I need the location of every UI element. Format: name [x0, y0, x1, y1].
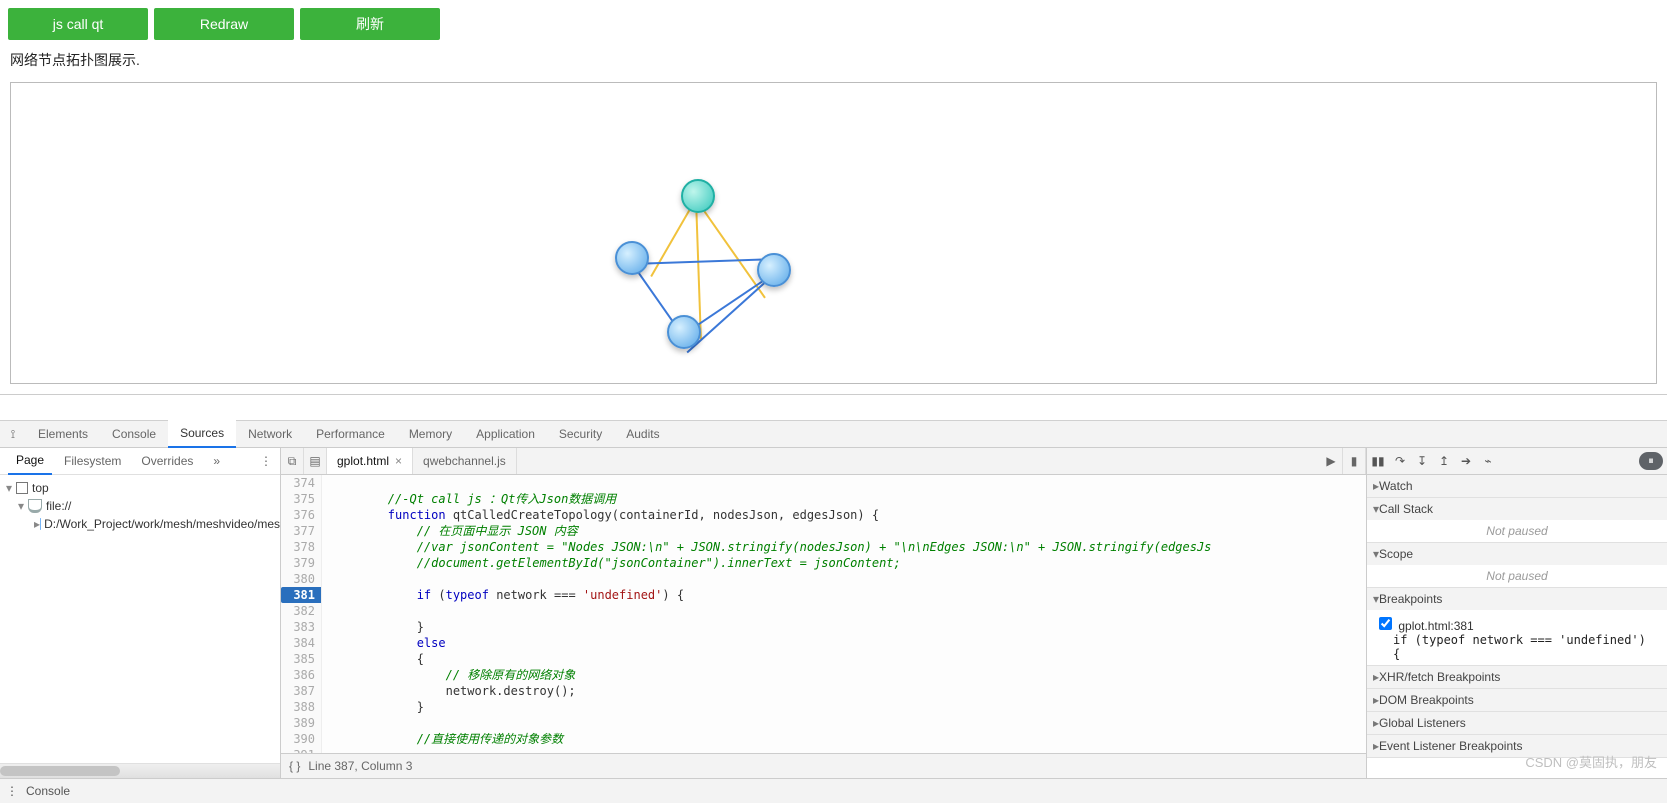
filetab-filesystem[interactable]: Filesystem [56, 448, 129, 474]
scope-empty: Not paused [1367, 565, 1667, 587]
tree-top[interactable]: ▾top [0, 479, 280, 497]
network-node[interactable] [757, 253, 791, 287]
file-navigator: Page Filesystem Overrides » ⋮ ▾top ▾file… [0, 448, 281, 778]
line-gutter[interactable]: 3743753763773783793803813823833843853863… [281, 475, 322, 753]
tab-memory[interactable]: Memory [397, 421, 464, 447]
section-scope[interactable]: Scope [1367, 543, 1667, 565]
open-file-tabs: ⧉ ▤ gplot.html× qwebchannel.js ▶ ▮ [281, 448, 1366, 475]
step-into-icon[interactable]: ↧ [1411, 454, 1433, 468]
network-node[interactable] [615, 241, 649, 275]
code-editor: ⧉ ▤ gplot.html× qwebchannel.js ▶ ▮ 37437… [281, 448, 1367, 778]
section-global-listeners[interactable]: Global Listeners [1367, 712, 1667, 734]
step-over-icon[interactable]: ↷ [1389, 454, 1411, 468]
breakpoint-code: if (typeof network === 'undefined') { [1375, 633, 1659, 661]
tab-audits[interactable]: Audits [614, 421, 671, 447]
devtools-tabbar: ⟟ Elements Console Sources Network Perfo… [0, 421, 1667, 448]
tab-network[interactable]: Network [236, 421, 304, 447]
filetab-more-icon[interactable]: » [205, 448, 228, 474]
tab-performance[interactable]: Performance [304, 421, 397, 447]
nav-back-icon[interactable]: ⧉ [281, 448, 304, 474]
step-icon[interactable]: ➔ [1455, 454, 1477, 468]
section-callstack[interactable]: Call Stack [1367, 498, 1667, 520]
tab-sources[interactable]: Sources [168, 420, 236, 448]
refresh-button[interactable]: 刷新 [300, 8, 440, 40]
show-nav-icon[interactable]: ▤ [304, 448, 327, 474]
button-row: js call qt Redraw 刷新 [0, 0, 1667, 48]
callstack-empty: Not paused [1367, 520, 1667, 542]
close-icon[interactable]: × [395, 448, 402, 474]
section-watch[interactable]: Watch [1367, 475, 1667, 497]
debugger-sidebar: ▮▮ ↷ ↧ ↥ ➔ ⌁ ⏸ Watch Call Stack Not paus… [1367, 448, 1667, 778]
code-view[interactable]: 3743753763773783793803813823833843853863… [281, 475, 1366, 753]
section-xhr-breakpoints[interactable]: XHR/fetch Breakpoints [1367, 666, 1667, 688]
network-node[interactable] [667, 315, 701, 349]
page-title: 网络节点拓扑图展示. [0, 48, 1667, 76]
step-out-icon[interactable]: ↥ [1433, 454, 1455, 468]
inspect-icon[interactable]: ⟟ [0, 427, 26, 442]
tab-security[interactable]: Security [547, 421, 614, 447]
tab-console[interactable]: Console [100, 421, 168, 447]
open-tab-qwebchannel[interactable]: qwebchannel.js [413, 448, 517, 474]
cursor-position: Line 387, Column 3 [308, 754, 412, 778]
tab-elements[interactable]: Elements [26, 421, 100, 447]
run-snippet-icon[interactable]: ▶ [1320, 448, 1343, 474]
deactivate-breakpoints-icon[interactable]: ⌁ [1477, 454, 1499, 468]
filetab-overrides[interactable]: Overrides [133, 448, 201, 474]
section-dom-breakpoints[interactable]: DOM Breakpoints [1367, 689, 1667, 711]
more-options-icon[interactable]: ▮ [1343, 448, 1366, 474]
code-status-bar: { } Line 387, Column 3 [281, 753, 1366, 778]
filetab-page[interactable]: Page [8, 447, 52, 475]
code-lines[interactable]: //-Qt call js ：Qt传入Json数据调用 function qtC… [322, 475, 1366, 753]
watermark: CSDN @莫固执，朋友 [1525, 752, 1657, 771]
tab-application[interactable]: Application [464, 421, 547, 447]
topology-canvas[interactable] [10, 82, 1657, 384]
js-call-qt-button[interactable]: js call qt [8, 8, 148, 40]
pretty-print-icon[interactable]: { } [289, 754, 300, 778]
redraw-button[interactable]: Redraw [154, 8, 294, 40]
tree-folder[interactable]: ▸D:/Work_Project/work/mesh/meshvideo/mes [0, 515, 280, 533]
breakpoint-checkbox[interactable] [1379, 617, 1392, 630]
pause-icon[interactable]: ▮▮ [1367, 454, 1389, 468]
pause-exceptions-icon[interactable]: ⏸ [1639, 452, 1663, 470]
page-content: js call qt Redraw 刷新 网络节点拓扑图展示. [0, 0, 1667, 395]
drawer-menu-icon[interactable]: ⋮ [6, 784, 18, 798]
debugger-toolbar: ▮▮ ↷ ↧ ↥ ➔ ⌁ ⏸ [1367, 448, 1667, 475]
file-tree-scrollbar[interactable] [0, 763, 280, 778]
breakpoint-item[interactable]: gplot.html:381 if (typeof network === 'u… [1367, 610, 1667, 665]
drawer-label: Console [26, 784, 70, 798]
console-drawer[interactable]: ⋮ Console [0, 778, 1667, 803]
tree-origin[interactable]: ▾file:// [0, 497, 280, 515]
filetab-menu-icon[interactable]: ⋮ [252, 448, 280, 474]
network-node[interactable] [681, 179, 715, 213]
section-breakpoints[interactable]: Breakpoints [1367, 588, 1667, 610]
devtools-panel: ⟟ Elements Console Sources Network Perfo… [0, 420, 1667, 803]
open-tab-gplot[interactable]: gplot.html× [327, 448, 413, 474]
